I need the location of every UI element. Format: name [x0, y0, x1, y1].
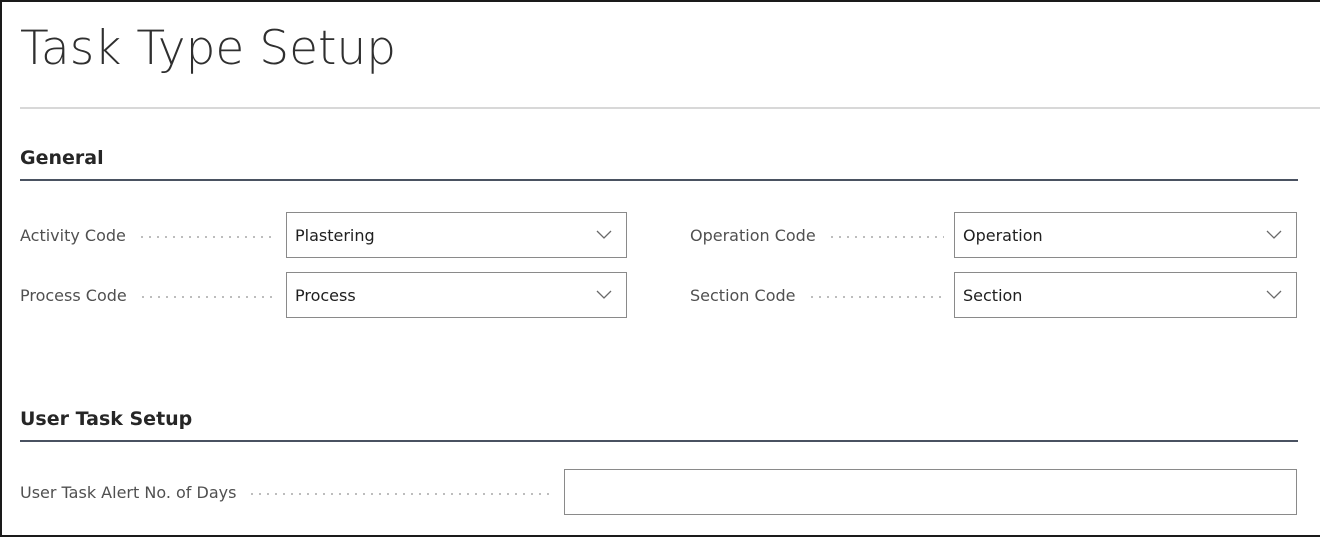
process-code-dropdown[interactable]: Process: [286, 272, 627, 318]
activity-code-dropdown[interactable]: Plastering: [286, 212, 627, 258]
section-header-user-task-setup[interactable]: User Task Setup: [20, 407, 1298, 442]
field-section-code: Section Code Section: [690, 272, 1297, 318]
section-header-general[interactable]: General: [20, 146, 1298, 181]
operation-code-value: Operation: [963, 225, 1043, 245]
section-code-dropdown[interactable]: Section: [954, 272, 1297, 318]
process-code-value: Process: [295, 285, 356, 305]
chevron-down-icon: [596, 230, 612, 239]
operation-code-label-text: Operation Code: [690, 225, 816, 245]
section-code-label: Section Code: [690, 272, 954, 318]
user-task-alert-days-label-text: User Task Alert No. of Days: [20, 482, 237, 502]
operation-code-label: Operation Code: [690, 212, 954, 258]
operation-code-dropdown[interactable]: Operation: [954, 212, 1297, 258]
activity-code-label: Activity Code: [20, 212, 286, 258]
field-operation-code: Operation Code Operation: [690, 212, 1297, 258]
label-leader: [137, 236, 276, 238]
activity-code-value: Plastering: [295, 225, 375, 245]
chevron-down-icon: [1266, 290, 1282, 299]
page-title: Task Type Setup: [20, 21, 397, 76]
field-activity-code: Activity Code Plastering: [20, 212, 627, 258]
activity-code-label-text: Activity Code: [20, 225, 126, 245]
field-process-code: Process Code Process: [20, 272, 627, 318]
title-divider: [20, 107, 1320, 109]
section-code-label-text: Section Code: [690, 285, 796, 305]
process-code-label: Process Code: [20, 272, 286, 318]
chevron-down-icon: [1266, 230, 1282, 239]
section-code-value: Section: [963, 285, 1023, 305]
chevron-down-icon: [596, 290, 612, 299]
label-leader: [248, 493, 554, 495]
label-leader: [827, 236, 944, 238]
user-task-alert-days-input[interactable]: [564, 469, 1297, 515]
process-code-label-text: Process Code: [20, 285, 127, 305]
label-leader: [807, 296, 944, 298]
user-task-alert-days-label: User Task Alert No. of Days: [20, 469, 564, 515]
field-user-task-alert-days: User Task Alert No. of Days: [20, 469, 1297, 515]
label-leader: [138, 296, 276, 298]
